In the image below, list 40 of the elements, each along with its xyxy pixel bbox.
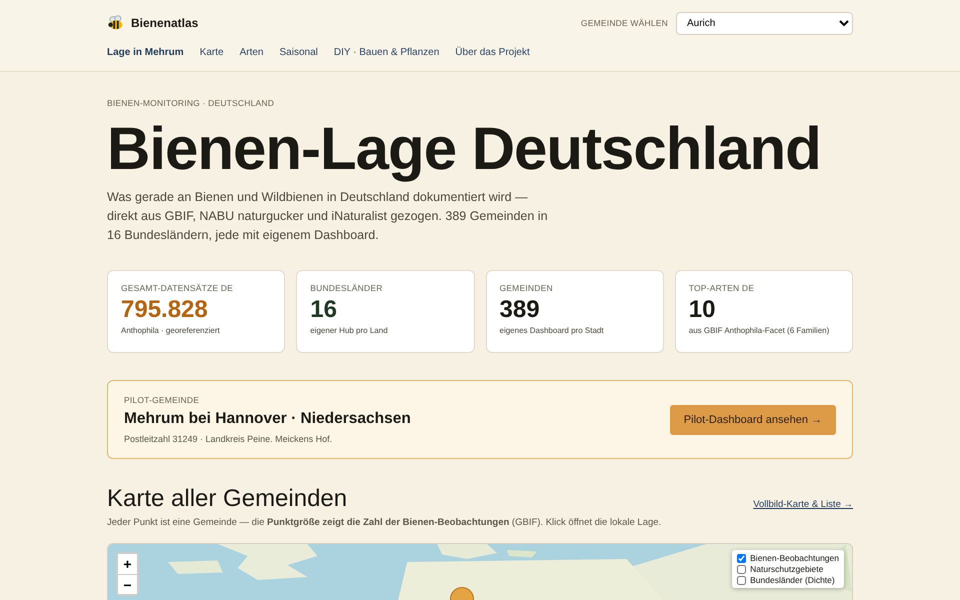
stat-note: eigenes Dashboard pro Stadt — [500, 326, 605, 335]
stat-note: Anthophila · georeferenziert — [121, 326, 221, 335]
stat-label: TOP-ARTEN DE — [688, 283, 756, 293]
stat-value: 10 — [688, 296, 716, 324]
nav-link[interactable]: Lage in Mehrum — [107, 47, 184, 58]
nav-link[interactable]: Über das Projekt — [455, 47, 530, 58]
eyebrow: BIENEN-MONITORING · DEUTSCHLAND — [107, 98, 276, 108]
brand-name[interactable]: Bienenatlas — [131, 16, 198, 30]
intro-text: Was gerade an Bienen und Wildbienen in Deutschland dokumentiert wird — direkt aus GBIF, NABU naturgucker und iNaturalist gezogen. 389 Gemeinden in 16 Bundesländern, jede mit eigenem Dashboard. — [107, 189, 549, 244]
bee-icon — [107, 14, 125, 32]
stat-label: GESAMT-DATENSÄTZE DE — [121, 283, 234, 293]
nav-link[interactable]: Saisonal — [280, 47, 318, 58]
municipality-select[interactable]: Aurich — [676, 12, 853, 34]
stat-label: BUNDESLÄNDER — [310, 283, 384, 293]
select-label: GEMEINDE WÄHLEN — [580, 18, 668, 28]
layer-checkbox[interactable] — [737, 554, 746, 562]
layer-label[interactable]: Bienen-Beobachtungen — [750, 553, 839, 563]
pilot-title: Mehrum bei Hannover · Niedersachsen — [124, 410, 411, 428]
stat-note: aus GBIF Anthophila-Facet (6 Familien) — [688, 326, 830, 335]
fullscreen-map-link[interactable]: Vollbild-Karte & Liste → — [753, 499, 853, 510]
section-title: Karte aller Gemeinden — [107, 485, 348, 513]
layer-checkbox[interactable] — [737, 564, 746, 574]
stat-value: 16 — [310, 296, 338, 324]
nav-link[interactable]: Karte — [200, 47, 224, 58]
zoom-out-button[interactable]: − — [118, 574, 137, 594]
stat-value: 795.828 — [121, 296, 209, 324]
stat-note: eigener Hub pro Land — [310, 326, 389, 335]
page-title: Bienen-Lage Deutschland — [107, 114, 821, 184]
stat-value: 389 — [500, 296, 541, 324]
layer-label[interactable]: Bundesländer (Dichte) — [750, 575, 835, 585]
map-description: Jeder Punkt ist eine Gemeinde — die Punktgröße zeigt die Zahl der Bienen-Beobachtungen (GBIF). Klick öffnet die lokale Lage. — [107, 517, 662, 528]
stat-label: GEMEINDEN — [500, 283, 554, 293]
nav-link[interactable]: DIY · Bauen & Pflanzen — [334, 47, 440, 58]
pilot-dashboard-button[interactable]: Pilot-Dashboard ansehen → — [670, 404, 836, 434]
pilot-eyebrow: PILOT-GEMEINDE — [124, 395, 200, 405]
map[interactable]: + − Bienen-Beobachtungen Naturschutzgebiete Bundesländer (Dichte) — [107, 543, 853, 600]
layer-checkbox[interactable] — [737, 576, 746, 584]
nav-link[interactable]: Arten — [240, 47, 264, 58]
layer-label[interactable]: Naturschutzgebiete — [750, 564, 824, 574]
pilot-note: Postleitzahl 31249 · Landkreis Peine. Meickens Hof. — [124, 434, 334, 444]
